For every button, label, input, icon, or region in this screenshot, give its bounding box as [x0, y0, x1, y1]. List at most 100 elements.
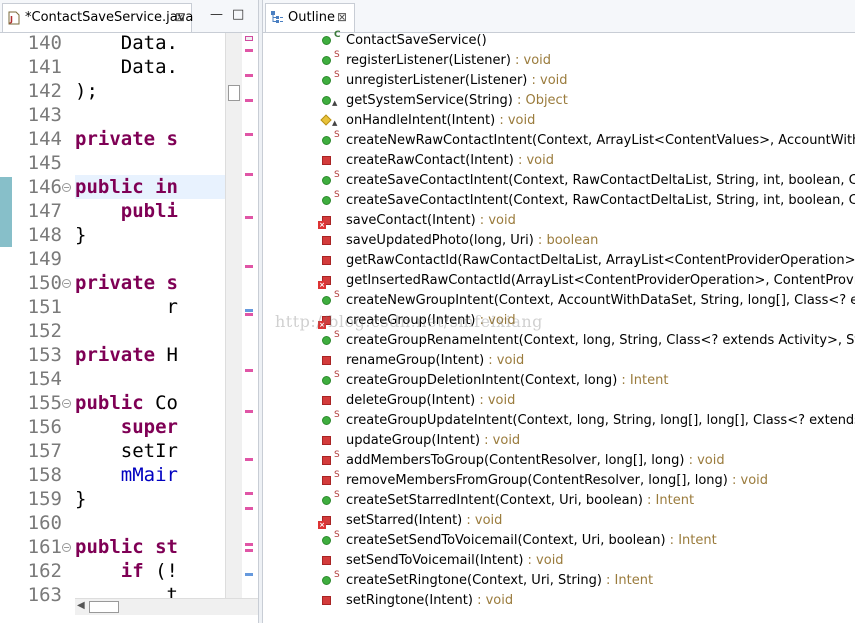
outline-item[interactable]: createRawContact(Intent) : void — [263, 152, 855, 172]
outline-item[interactable]: C ContactSaveService() — [263, 30, 855, 52]
static-badge-icon: S — [334, 410, 340, 420]
code-line[interactable]: ); — [75, 79, 98, 103]
scroll-left-icon[interactable]: ◀ — [77, 600, 85, 611]
method-name: createSetStarredIntent(Context, Uri, boo… — [346, 493, 643, 508]
close-tab-icon[interactable]: ⊠ — [175, 10, 185, 24]
outline-item[interactable]: getRawContactId(RawContactDeltaList, Arr… — [263, 252, 855, 272]
code-line[interactable]: private H — [75, 343, 178, 367]
code-line[interactable]: } — [75, 223, 86, 247]
outline-item[interactable]: setRingtone(Intent) : void — [263, 592, 855, 612]
method-signature: saveUpdatedPhoto(long, Uri) : boolean — [346, 233, 598, 248]
code-line[interactable]: if (! — [75, 559, 178, 583]
annotation-marker[interactable] — [245, 216, 253, 219]
outline-item[interactable]: ScreateGroupDeletionIntent(Context, long… — [263, 370, 855, 392]
outline-item[interactable]: ScreateSetSendToVoicemail(Context, Uri, … — [263, 530, 855, 552]
line-number: 140 — [27, 32, 62, 54]
annotation-marker[interactable] — [245, 173, 253, 176]
search-marker[interactable] — [245, 573, 253, 576]
return-type: : Object — [512, 93, 568, 108]
line-number-gutter: 140 141 142 143 144 145 146−147 148 149 150−151 15… — [0, 32, 75, 606]
outline-item[interactable]: updateGroup(Intent) : void — [263, 432, 855, 452]
annotation-marker[interactable] — [245, 543, 253, 546]
outline-item[interactable]: ScreateGroupUpdateIntent(Context, long, … — [263, 410, 855, 432]
fold-toggle-icon[interactable]: − — [62, 279, 71, 288]
annotation-marker[interactable] — [245, 507, 253, 510]
private-method-icon — [322, 596, 331, 605]
code-token: s — [155, 128, 178, 150]
svg-text:J: J — [9, 15, 13, 24]
outline-item[interactable]: × setStarred(Intent) : void — [263, 512, 855, 532]
outline-item[interactable]: ScreateSetRingtone(Context, Uri, String)… — [263, 570, 855, 592]
fold-toggle-icon[interactable]: − — [62, 543, 71, 552]
outline-item[interactable]: ▲ onHandleIntent(Intent) : void — [263, 112, 855, 132]
outline-item[interactable]: deleteGroup(Intent) : void — [263, 392, 855, 412]
code-token: Co — [143, 392, 178, 414]
error-marker[interactable] — [245, 36, 253, 41]
annotation-marker[interactable] — [245, 313, 253, 316]
outline-item[interactable]: SaddMembersToGroup(ContentResolver, long… — [263, 450, 855, 472]
minimize-icon[interactable]: — — [210, 7, 223, 22]
annotation-marker[interactable] — [245, 369, 253, 372]
outline-item[interactable]: ScreateNewGroupIntent(Context, AccountWi… — [263, 290, 855, 312]
scrollbar-thumb[interactable] — [89, 601, 119, 613]
code-line[interactable]: mMair — [75, 463, 178, 487]
code-line[interactable]: setIr — [75, 439, 178, 463]
outline-item[interactable]: ScreateSaveContactIntent(Context, RawCon… — [263, 190, 855, 212]
outline-item[interactable]: SremoveMembersFromGroup(ContentResolver,… — [263, 470, 855, 492]
outline-item[interactable]: SunregisterListener(Listener) : void — [263, 70, 855, 92]
method-signature: updateGroup(Intent) : void — [346, 433, 520, 448]
code-token: private — [75, 344, 156, 366]
annotation-marker[interactable] — [245, 74, 253, 77]
return-type: : void — [510, 53, 552, 68]
annotation-marker[interactable] — [245, 492, 253, 495]
fold-toggle-icon[interactable]: − — [62, 399, 71, 408]
public-method-icon — [322, 36, 331, 45]
java-editor[interactable]: J *ContactSaveService.java ⊠ — □ 140 141 1… — [0, 0, 259, 623]
outline-item[interactable]: ScreateSaveContactIntent(Context, RawCon… — [263, 170, 855, 192]
search-marker[interactable] — [245, 309, 253, 312]
outline-item[interactable]: saveUpdatedPhoto(long, Uri) : boolean — [263, 232, 855, 252]
code-line[interactable]: Data. — [75, 55, 178, 79]
editor-vertical-scrollbar[interactable] — [225, 33, 242, 598]
outline-item[interactable]: × getInsertedRawContactId(ArrayList<Conte… — [263, 272, 855, 292]
code-line[interactable]: private s — [75, 271, 178, 295]
fold-toggle-icon[interactable]: − — [62, 183, 71, 192]
code-line[interactable]: Data. — [75, 33, 178, 55]
outline-item[interactable]: ▲ getSystemService(String) : Object — [263, 92, 855, 112]
outline-tab[interactable]: Outline ⊠ — [265, 3, 355, 32]
editor-tab[interactable]: J *ContactSaveService.java ⊠ — [2, 3, 193, 32]
outline-item[interactable]: ScreateNewRawContactIntent(Context, Arra… — [263, 130, 855, 152]
overview-ruler[interactable] — [242, 33, 258, 598]
annotation-marker[interactable] — [245, 458, 253, 461]
static-badge-icon: S — [334, 570, 340, 580]
code-line[interactable]: r — [75, 295, 178, 319]
annotation-marker[interactable] — [245, 549, 253, 552]
code-line[interactable]: public st — [75, 535, 178, 559]
code-line[interactable]: private s — [75, 127, 178, 151]
annotation-marker[interactable] — [245, 49, 253, 52]
outline-item[interactable]: renameGroup(Intent) : void — [263, 352, 855, 372]
editor-horizontal-scrollbar[interactable]: ◀ — [75, 598, 258, 615]
maximize-icon[interactable]: □ — [232, 7, 244, 22]
method-signature: createNewGroupIntent(Context, AccountWit… — [346, 293, 855, 308]
annotation-marker[interactable] — [245, 133, 253, 136]
annotation-marker[interactable] — [245, 99, 253, 102]
code-area[interactable]: Data. Data.); private s public in publi} pr… — [75, 33, 225, 598]
outline-item[interactable]: setSendToVoicemail(Intent) : void — [263, 552, 855, 572]
code-line[interactable]: publi — [75, 199, 178, 223]
outline-item[interactable]: ScreateSetStarredIntent(Context, Uri, bo… — [263, 490, 855, 512]
close-tab-icon[interactable]: ⊠ — [337, 10, 347, 24]
code-line[interactable]: super — [75, 415, 178, 439]
method-name: onHandleIntent(Intent) — [346, 113, 496, 128]
code-line[interactable]: t — [75, 583, 178, 598]
outline-item[interactable]: SregisterListener(Listener) : void — [263, 50, 855, 72]
code-line[interactable]: } — [75, 487, 86, 511]
code-line[interactable]: public Co — [75, 391, 178, 415]
code-line[interactable]: public in — [75, 175, 225, 199]
annotation-marker[interactable] — [245, 410, 253, 413]
private-method-icon — [322, 476, 331, 485]
outline-item[interactable]: × saveContact(Intent) : void — [263, 212, 855, 232]
outline-item[interactable]: ScreateGroupRenameIntent(Context, long, … — [263, 330, 855, 352]
annotation-marker[interactable] — [245, 265, 253, 268]
scrollbar-thumb[interactable] — [228, 85, 240, 101]
